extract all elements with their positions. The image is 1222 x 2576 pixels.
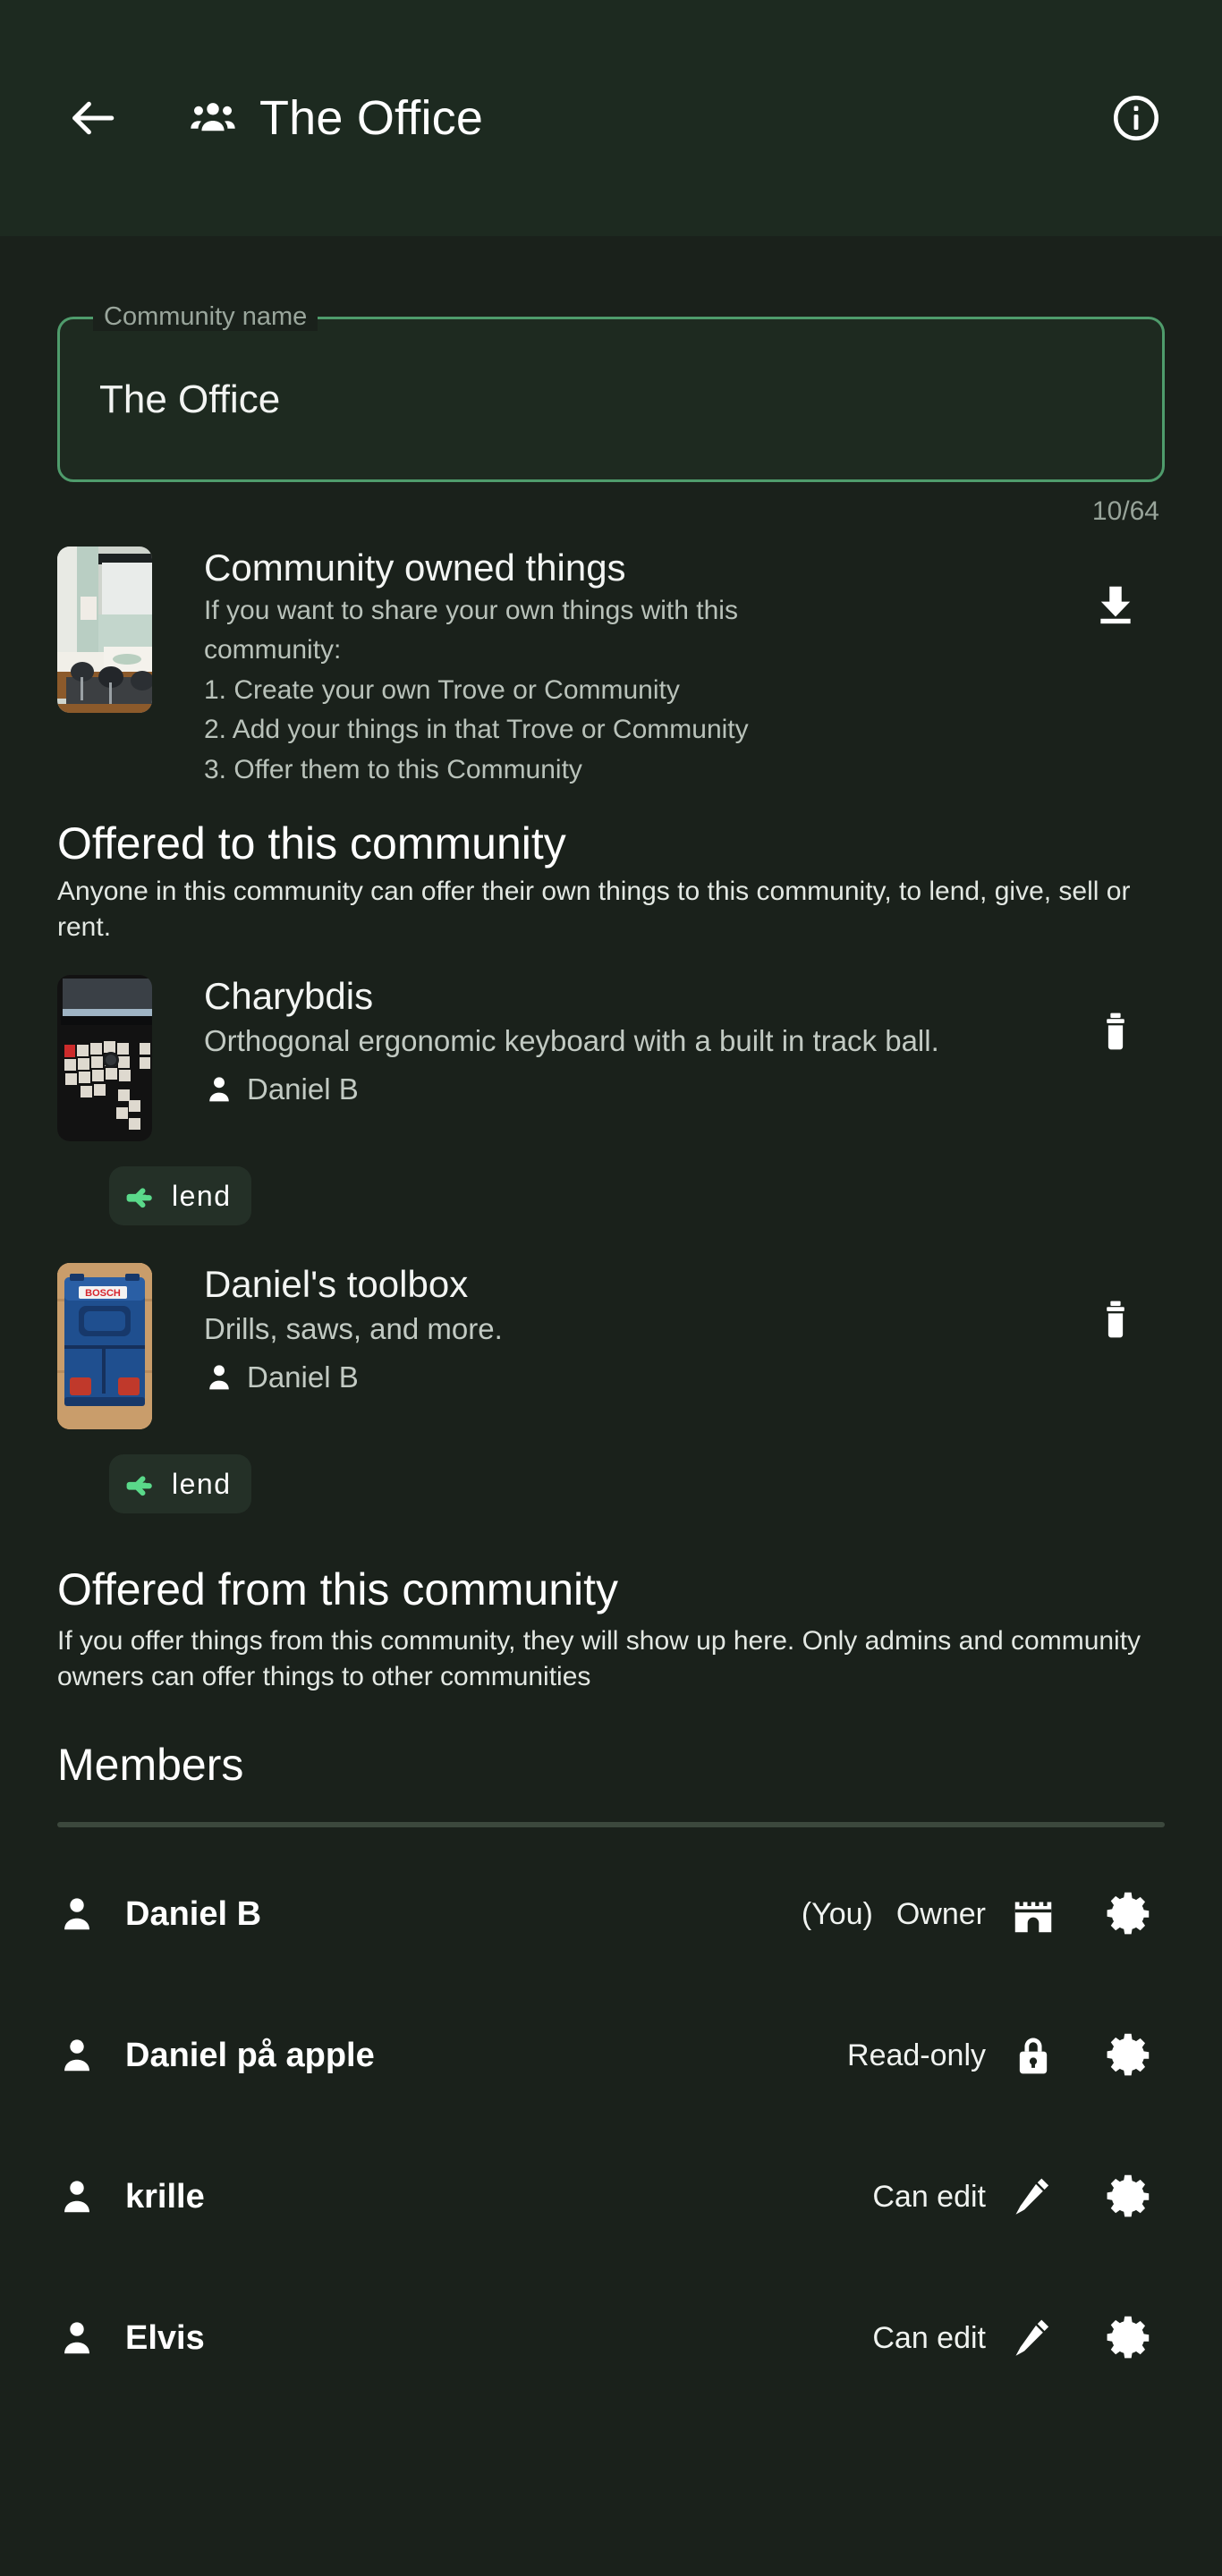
- gear-icon: [1105, 2172, 1155, 2222]
- member-name: Daniel på apple: [125, 2036, 375, 2074]
- lend-hand-icon: [122, 1465, 159, 1503]
- offered-item-row: Charybdis Orthogonal ergonomic keyboard …: [57, 975, 1165, 1142]
- members-divider: [57, 1822, 1165, 1828]
- download-icon: [1091, 580, 1140, 629]
- member-settings-button[interactable]: [1095, 1879, 1165, 1949]
- item-lend-chip[interactable]: lend: [109, 1166, 251, 1226]
- info-button[interactable]: [1102, 84, 1170, 152]
- item-title: Charybdis: [204, 975, 374, 1018]
- member-row[interactable]: Daniel B (You) Owner: [57, 1843, 1165, 1985]
- app-bar: The Office: [0, 0, 1222, 236]
- member-name: krille: [125, 2177, 205, 2216]
- community-owned-text: Community owned things If you want to sh…: [152, 547, 1066, 787]
- community-name-input[interactable]: The Office: [57, 317, 1165, 482]
- info-circle-icon: [1110, 92, 1162, 144]
- community-owned-step-2: 2. Add your things in that Trove or Comm…: [204, 715, 749, 745]
- member-settings-button[interactable]: [1095, 2021, 1165, 2090]
- person-icon: [57, 1894, 97, 1934]
- member-row[interactable]: Daniel på apple Read-only: [57, 1985, 1165, 2126]
- delete-item-button[interactable]: [1066, 975, 1165, 1054]
- item-title: Daniel's toolbox: [204, 1263, 469, 1306]
- community-owned-desc-line2: community:: [204, 635, 342, 665]
- offered-to-subtitle: Anyone in this community can offer their…: [57, 876, 1131, 942]
- member-identity: Elvis: [57, 2318, 849, 2358]
- item-description: Orthogonal ergonomic keyboard with a bui…: [204, 1024, 939, 1058]
- person-icon: [57, 2318, 97, 2358]
- member-role-label: Can edit: [872, 2320, 986, 2355]
- community-name-field-wrapper: The Office Community name: [57, 302, 1165, 482]
- offered-to-heading: Offered to this community: [57, 818, 566, 869]
- community-name-value: The Office: [99, 377, 281, 421]
- member-row[interactable]: krille Can edit: [57, 2126, 1165, 2267]
- item-owner-name: Daniel B: [247, 1360, 359, 1394]
- community-name-label-notch: Community name: [93, 302, 318, 331]
- community-owned-step-1: 1. Create your own Trove or Community: [204, 674, 680, 705]
- member-role-label: Read-only: [847, 2038, 986, 2072]
- item-owner-name: Daniel B: [247, 1072, 359, 1106]
- member-role-group: Read-only: [824, 2021, 1165, 2090]
- castle-owner-icon: [1006, 1886, 1061, 1942]
- gear-icon: [1105, 1889, 1155, 1939]
- delete-trash-icon: [1093, 1297, 1138, 1342]
- page-title: The Office: [259, 91, 484, 145]
- item-lend-chip-label: lend: [172, 1467, 232, 1500]
- member-role-group: Can edit: [849, 2162, 1165, 2232]
- member-you-tag: (You): [801, 1896, 873, 1931]
- community-owned-thumbnail[interactable]: [57, 547, 152, 713]
- offered-from-subtitle: If you offer things from this community,…: [57, 1626, 1141, 1691]
- pencil-icon: [1006, 2310, 1061, 2366]
- people-group-icon: [190, 95, 236, 141]
- community-name-label: Community name: [104, 302, 308, 331]
- arrow-back-icon: [66, 92, 118, 144]
- delete-item-button[interactable]: [1066, 1263, 1165, 1342]
- community-owned-things-row: Community owned things If you want to sh…: [57, 547, 1165, 787]
- item-description: Drills, saws, and more.: [204, 1312, 503, 1346]
- community-owned-desc-line1: If you want to share your own things wit…: [204, 596, 738, 626]
- member-role-group: (You) Owner: [802, 1879, 1165, 1949]
- member-name: Elvis: [125, 2318, 205, 2357]
- member-identity: krille: [57, 2177, 849, 2216]
- item-owner: Daniel B: [204, 1072, 1048, 1106]
- back-button[interactable]: [59, 85, 125, 151]
- pencil-icon: [1006, 2169, 1061, 2224]
- community-settings-screen: The Office The Office Community name 10/…: [0, 0, 1222, 2576]
- offered-item-row: BOSCH Daniel's toolbox Drills, saws, and…: [57, 1263, 1165, 1430]
- svg-text:BOSCH: BOSCH: [85, 1288, 121, 1299]
- offered-from-heading: Offered from this community: [57, 1564, 619, 1615]
- member-role-label: Owner: [895, 1896, 986, 1931]
- item-owner: Daniel B: [204, 1360, 1048, 1394]
- member-name: Daniel B: [125, 1894, 262, 1933]
- character-counter: 10/64: [1091, 496, 1159, 526]
- scroll-content: The Office Community name 10/64 Communit…: [0, 302, 1222, 2409]
- item-thumbnail[interactable]: [57, 975, 152, 1142]
- item-text: Daniel's toolbox Drills, saws, and more.…: [152, 1263, 1066, 1394]
- lend-hand-icon: [122, 1177, 159, 1215]
- community-owned-step-3: 3. Offer them to this Community: [204, 754, 582, 784]
- community-owned-title: Community owned things: [204, 547, 626, 589]
- item-thumbnail[interactable]: BOSCH: [57, 1263, 152, 1430]
- member-role-group: Can edit: [849, 2303, 1165, 2373]
- person-icon: [57, 2177, 97, 2216]
- member-settings-button[interactable]: [1095, 2303, 1165, 2373]
- member-settings-button[interactable]: [1095, 2162, 1165, 2232]
- person-icon: [57, 2036, 97, 2075]
- member-identity: Daniel på apple: [57, 2036, 824, 2075]
- members-heading: Members: [57, 1740, 244, 1791]
- lock-icon: [1006, 2028, 1061, 2083]
- delete-trash-icon: [1093, 1009, 1138, 1054]
- gear-icon: [1105, 2313, 1155, 2363]
- app-bar-title-group: The Office: [190, 90, 1102, 146]
- item-text: Charybdis Orthogonal ergonomic keyboard …: [152, 975, 1066, 1106]
- member-row[interactable]: Elvis Can edit: [57, 2267, 1165, 2409]
- person-icon: [204, 1362, 234, 1393]
- download-button[interactable]: [1066, 547, 1165, 629]
- member-identity: Daniel B: [57, 1894, 802, 1934]
- item-lend-chip[interactable]: lend: [109, 1454, 251, 1514]
- person-icon: [204, 1074, 234, 1105]
- gear-icon: [1105, 2030, 1155, 2080]
- item-lend-chip-label: lend: [172, 1179, 232, 1212]
- member-role-label: Can edit: [872, 2179, 986, 2214]
